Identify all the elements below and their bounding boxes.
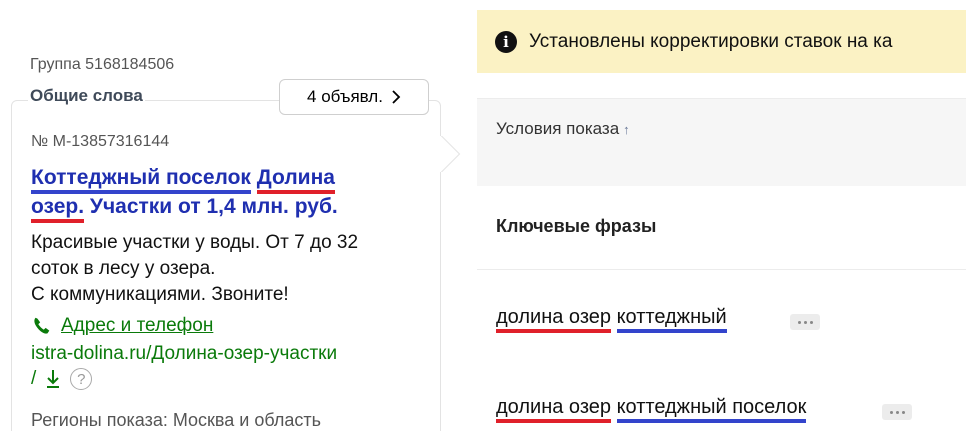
ad-number: № М-13857316144 — [31, 133, 170, 150]
ad-text: Красивые участки у воды. От 7 до 32 сото… — [31, 230, 431, 308]
path-separator: / — [31, 368, 37, 389]
download-arrow-icon — [47, 370, 60, 388]
keyword-phrase[interactable]: долина озер коттеджный — [496, 306, 727, 333]
dot-icon — [797, 320, 801, 324]
display-path-row: / ? — [31, 368, 93, 390]
sort-arrow-icon: ↑ — [623, 121, 630, 137]
more-options-button[interactable] — [882, 404, 912, 420]
info-icon: i — [495, 30, 517, 53]
ad-title-highlight-blue: Коттеджный поселок — [31, 166, 251, 194]
keyword-highlight-red: долина озер — [496, 396, 612, 423]
bid-adjustment-notice: i Установлены корректировки ставок на ка — [477, 10, 966, 73]
notice-text: Установлены корректировки ставок на ка — [529, 30, 893, 52]
help-icon[interactable]: ? — [70, 368, 93, 390]
contacts-link[interactable]: Адрес и телефон — [61, 315, 213, 337]
keyword-highlight-blue: коттеджный поселок — [616, 396, 807, 423]
ads-count-label: 4 объявл. — [307, 87, 383, 106]
phone-icon — [34, 317, 50, 334]
ad-text-line: соток в лесу у озера. — [31, 258, 216, 279]
chevron-right-icon — [392, 90, 401, 104]
contacts-row: Адрес и телефон — [31, 315, 213, 337]
sort-column-header[interactable]: Условия показа ↑ — [496, 119, 630, 139]
ad-text-line: С коммуникациями. Звоните! — [31, 284, 289, 305]
keyword-phrase[interactable]: долина озер коттеджный поселок — [496, 396, 807, 423]
ad-title[interactable]: Коттеджный поселок Долина озер. Участки … — [31, 163, 431, 223]
ad-title-highlight-red-2: озер. — [31, 195, 85, 223]
table-header: Условия показа ↑ — [477, 98, 966, 186]
keyword-row: долина озер коттеджный поселок — [477, 360, 966, 431]
site-url[interactable]: istra-dolina.ru/Долина-озер-участки — [31, 343, 337, 365]
ad-card-pointer — [439, 136, 465, 172]
ad-text-line: Красивые участки у воды. От 7 до 32 — [31, 232, 359, 253]
ad-title-highlight-red-1: Долина — [256, 166, 335, 194]
keywords-section: Ключевые фразы — [477, 186, 966, 270]
group-label: Группа 5168184506 — [30, 56, 175, 73]
keyword-highlight-blue: коттеджный — [616, 306, 727, 333]
common-words-heading: Общие слова — [28, 86, 145, 106]
keywords-section-title: Ключевые фразы — [496, 216, 657, 236]
ad-title-rest: Участки от 1,4 млн. руб. — [84, 195, 338, 218]
more-options-button[interactable] — [790, 314, 820, 330]
sort-column-label: Условия показа — [496, 119, 620, 138]
dot-icon — [803, 320, 807, 324]
dot-icon — [889, 410, 893, 414]
keyword-highlight-red: долина озер — [496, 306, 612, 333]
keyword-row: долина озер коттеджный — [477, 270, 966, 355]
regions-text: Регионы показа: Москва и область — [31, 410, 321, 430]
ads-count-button[interactable]: 4 объявл. — [279, 79, 429, 115]
dot-icon — [901, 410, 905, 414]
dot-icon — [809, 320, 813, 324]
page: Группа 5168184506 Общие слова 4 объявл. … — [0, 0, 966, 431]
dot-icon — [895, 410, 899, 414]
